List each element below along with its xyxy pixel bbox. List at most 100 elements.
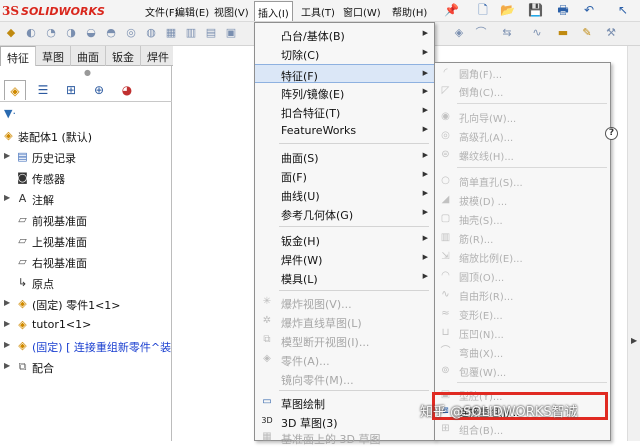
revolve-icon[interactable]: ◐ — [24, 26, 38, 40]
configuration-tab-icon[interactable]: ⊞ — [60, 80, 82, 100]
splitter-handle[interactable]: ● — [84, 68, 91, 77]
instant3d-icon[interactable]: ⇆ — [500, 26, 514, 40]
submenu-item-scale[interactable]: ⇲ 缩放比例(E)... — [435, 247, 610, 267]
tree-row-joined-part[interactable]: ▶ ◈ (固定) [ 连接重组新零件^装 — [0, 336, 172, 357]
save-icon[interactable]: 💾 — [528, 3, 543, 17]
submenu-item-flex[interactable]: ⌒ 弯曲(X)... — [435, 342, 610, 362]
menu-item-sheet-metal[interactable]: 钣金(H) ▶ — [255, 230, 434, 249]
tree-row-origin[interactable]: ↳ 原点 — [0, 273, 172, 294]
tree-row-tutor1[interactable]: ▶ ◈ tutor1<1> — [0, 315, 172, 336]
expand-arrow-icon[interactable]: ▶ — [4, 319, 10, 328]
property-manager-tab-icon[interactable]: ☰ — [32, 80, 54, 100]
menu-view[interactable]: 视图(V) — [214, 4, 249, 19]
extrude-icon[interactable]: ◆ — [4, 26, 18, 40]
submenu-item-chamfer[interactable]: ◸ 倒角(C)... — [435, 81, 610, 101]
tab-sheet-metal[interactable]: 钣金 — [106, 46, 141, 66]
submenu-item-draft[interactable]: ◢ 拔模(D) ... — [435, 190, 610, 210]
menu-item-molds[interactable]: 模具(L) ▶ — [255, 268, 434, 287]
menu-item-curve[interactable]: 曲线(U) ▶ — [255, 185, 434, 204]
menu-item-model-break-view[interactable]: ⧉ 模型断开视图(I)... — [255, 331, 434, 350]
menu-item-reference-geometry[interactable]: 参考几何体(G) ▶ — [255, 204, 434, 223]
tree-row-sensors[interactable]: ◙ 传感器 — [0, 168, 172, 189]
menu-insert[interactable]: 插入(I) — [254, 1, 293, 21]
menu-help[interactable]: 帮助(H) — [392, 4, 427, 19]
tree-row-part1[interactable]: ▶ ◈ (固定) 零件1<1> — [0, 294, 172, 315]
tree-row-history[interactable]: ▶ ▤ 历史记录 — [0, 147, 172, 168]
submenu-item-thread[interactable]: ⊜ 螺纹线(H)... — [435, 145, 610, 165]
open-icon[interactable]: 📂 — [500, 3, 515, 17]
submenu-item-advanced-hole[interactable]: ◎ 高级孔(A)... — [435, 126, 610, 146]
submenu-item-fillet[interactable]: ◜ 圆角(F)... — [435, 63, 610, 83]
submenu-item-freeform[interactable]: ∿ 自由形(R)... — [435, 285, 610, 305]
select-icon[interactable]: ↖ — [616, 3, 630, 17]
menu-item-face[interactable]: 面(F) ▶ — [255, 166, 434, 185]
dimxpert-tab-icon[interactable]: ⊕ — [88, 80, 110, 100]
submenu-item-shell[interactable]: ▢ 抽壳(S)... — [435, 209, 610, 229]
submenu-item-rib[interactable]: ▥ 筋(R)... — [435, 228, 610, 248]
menu-item-weldments[interactable]: 焊件(W) ▶ — [255, 249, 434, 268]
menu-file[interactable]: 文件(F) — [145, 4, 179, 19]
cut-extrude-icon[interactable]: ◓ — [104, 26, 118, 40]
ruler-icon[interactable]: ▬ — [556, 26, 570, 40]
tab-sketch[interactable]: 草图 — [36, 46, 71, 66]
menu-item-boss-base[interactable]: 凸台/基体(B) ▶ — [255, 25, 434, 44]
menu-tools[interactable]: 工具(T) — [301, 4, 335, 19]
tree-row-front-plane[interactable]: ▱ 前视基准面 — [0, 210, 172, 231]
new-document-icon[interactable]: 🗋 — [476, 3, 490, 17]
tree-row-top-plane[interactable]: ▱ 上视基准面 — [0, 231, 172, 252]
submenu-item-deform[interactable]: ≈ 变形(E)... — [435, 304, 610, 324]
tab-features[interactable]: 特征 — [0, 46, 36, 66]
tab-weldments[interactable]: 焊件 — [141, 46, 176, 66]
tree-row-assembly[interactable]: ◈ 装配体1 (默认) — [0, 126, 172, 147]
submenu-item-indent[interactable]: ⊔ 压凹(N)... — [435, 323, 610, 343]
menu-window[interactable]: 窗口(W) — [343, 4, 381, 19]
pin-icon[interactable]: 📌 — [444, 3, 459, 17]
measure-icon[interactable]: ✎ — [580, 26, 594, 40]
hole-icon[interactable]: ◎ — [124, 26, 138, 40]
sweep-icon[interactable]: ◔ — [44, 26, 58, 40]
menu-item-exploded-view[interactable]: ✳ 爆炸视图(V)... — [255, 293, 434, 312]
draft-icon[interactable]: ▤ — [204, 26, 218, 40]
reference-icon[interactable]: ◈ — [452, 26, 466, 40]
scroll-arrow-icon[interactable]: ▶ — [631, 336, 637, 345]
loft-icon[interactable]: ◑ — [64, 26, 78, 40]
expand-arrow-icon[interactable]: ▶ — [4, 340, 10, 349]
spline-icon[interactable]: ∿ — [530, 26, 544, 40]
menu-item-sketch[interactable]: ▭ 草图绘制 — [255, 393, 434, 412]
shell-icon[interactable]: ▣ — [224, 26, 238, 40]
submenu-item-dome[interactable]: ◠ 圆顶(O)... — [435, 266, 610, 286]
undo-icon[interactable]: ↶ — [582, 3, 596, 17]
menu-item-features[interactable]: 特征(F) ▶ — [255, 64, 434, 83]
menu-item-fastening[interactable]: 扣合特征(T) ▶ — [255, 102, 434, 121]
submenu-item-simple-hole[interactable]: ○ 简单直孔(S)... — [435, 171, 610, 191]
submenu-item-wrap[interactable]: ⊚ 包覆(W)... — [435, 361, 610, 381]
menu-item-pattern-mirror[interactable]: 阵列/镜像(E) ▶ — [255, 83, 434, 102]
expand-arrow-icon[interactable]: ▶ — [4, 151, 10, 160]
vertical-scrollbar[interactable]: ▶ — [627, 46, 640, 441]
help-icon[interactable]: ? — [605, 127, 618, 140]
filter-icon[interactable]: ▼· — [4, 107, 16, 120]
expand-arrow-icon[interactable]: ▶ — [4, 193, 10, 202]
tree-row-mates[interactable]: ▶ ⧉ 配合 — [0, 357, 172, 378]
feature-tree-tab-icon[interactable]: ◈ — [4, 80, 26, 100]
fillet-icon[interactable]: ◍ — [144, 26, 158, 40]
expand-arrow-icon[interactable]: ▶ — [4, 298, 10, 307]
menu-item-part[interactable]: ◈ 零件(A)... — [255, 350, 434, 369]
print-icon[interactable]: 🖶 — [556, 3, 570, 17]
menu-item-mirror-part[interactable]: 镜向零件(M)... — [255, 369, 434, 388]
tool-icon[interactable]: ⚒ — [604, 26, 618, 40]
expand-arrow-icon[interactable]: ▶ — [4, 361, 10, 370]
display-manager-tab-icon[interactable]: ◕ — [116, 80, 138, 100]
submenu-item-hole-wizard[interactable]: ◉ 孔向导(W)... — [435, 107, 610, 127]
rib-icon[interactable]: ▥ — [184, 26, 198, 40]
menu-item-cut[interactable]: 切除(C) ▶ — [255, 44, 434, 63]
boundary-icon[interactable]: ◒ — [84, 26, 98, 40]
menu-edit[interactable]: 编辑(E) — [175, 4, 209, 19]
menu-item-featureworks[interactable]: FeatureWorks ▶ — [255, 121, 434, 140]
tree-row-annotations[interactable]: ▶ A 注解 — [0, 189, 172, 210]
menu-item-3d-sketch-on-plane[interactable]: ▦ 基准面上的 3D 草图 — [255, 428, 434, 447]
pattern-icon[interactable]: ▦ — [164, 26, 178, 40]
curves-icon[interactable]: ⌒ — [474, 26, 488, 40]
tree-row-right-plane[interactable]: ▱ 右视基准面 — [0, 252, 172, 273]
tab-surfaces[interactable]: 曲面 — [71, 46, 106, 66]
